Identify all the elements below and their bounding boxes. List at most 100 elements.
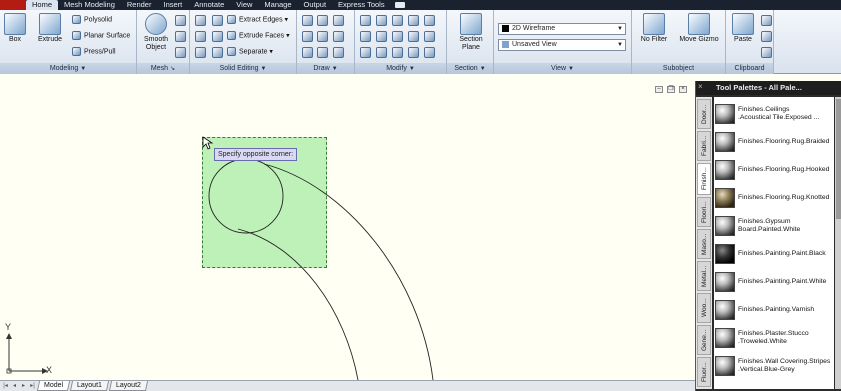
smooth-object-button[interactable]: Smooth Object xyxy=(141,13,171,52)
palette-tab-doors[interactable]: Door... xyxy=(697,99,711,129)
stretch-icon[interactable] xyxy=(408,31,419,42)
palette-tool-item[interactable]: Finishes.Gypsum Board.Painted.White xyxy=(714,212,834,240)
spline-icon[interactable] xyxy=(302,31,313,42)
array-icon[interactable] xyxy=(360,31,371,42)
palette-tool-item[interactable]: Finishes.Painting.Paint.White xyxy=(714,268,834,296)
palette-tab-general[interactable]: Gene... xyxy=(697,325,711,355)
tab-mesh-modeling[interactable]: Mesh Modeling xyxy=(58,0,121,10)
paste-button[interactable]: Paste xyxy=(729,13,757,44)
palette-tool-item[interactable]: Finishes.Flooring.Rug.Hooked xyxy=(714,156,834,184)
copy-clip-icon[interactable] xyxy=(761,31,772,42)
extrude-button[interactable]: Extrude xyxy=(34,13,66,44)
close-icon[interactable]: × xyxy=(698,83,706,91)
scrollbar-thumb[interactable] xyxy=(836,99,841,219)
palette-tool-item[interactable]: Finishes.Wall Covering.Stripes .Vertical.… xyxy=(714,352,834,380)
tab-render[interactable]: Render xyxy=(121,0,158,10)
ribbon-minimize-icon[interactable] xyxy=(394,2,405,8)
tab-home[interactable]: Home xyxy=(26,0,59,10)
panel-title-modeling[interactable]: Modeling ▼ xyxy=(0,63,136,74)
palette-tool-item[interactable]: Finishes.Flooring.Rug.Braided xyxy=(714,128,834,156)
palette-tool-item[interactable]: Finishes.Flooring.Rug.Knotted xyxy=(714,184,834,212)
tab-view[interactable]: View xyxy=(230,0,258,10)
tab-model[interactable]: Model xyxy=(36,381,71,391)
panel-title-clipboard[interactable]: Clipboard xyxy=(726,63,773,74)
tab-layout2[interactable]: Layout2 xyxy=(108,381,148,391)
tab-express-tools[interactable]: Express Tools xyxy=(332,0,391,10)
panel-title-mesh[interactable]: Mesh ↘ xyxy=(137,63,189,74)
palette-tab-fabrics[interactable]: Fabri... xyxy=(697,131,711,161)
next-layout-icon[interactable]: ▸ xyxy=(20,382,27,390)
extract-edges-button[interactable]: Extract Edges ▾ xyxy=(227,15,288,25)
named-view-select[interactable]: Unsaved View ▼ xyxy=(498,39,626,51)
palette-tool-item[interactable]: Finishes.Painting.Varnish xyxy=(714,296,834,324)
fillet-icon[interactable] xyxy=(360,15,371,26)
palette-tab-finishes[interactable]: Finish... xyxy=(697,163,711,195)
panel-title-subobject[interactable]: Subobject xyxy=(632,63,725,74)
rotate-icon[interactable] xyxy=(392,31,403,42)
palette-tab-woods[interactable]: Woo... xyxy=(697,293,711,323)
panel-title-modify[interactable]: Modify ▼ xyxy=(355,63,446,74)
palette-tool-item[interactable]: Finishes.Painting.Paint.Black xyxy=(714,240,834,268)
line-icon[interactable] xyxy=(302,15,313,26)
visual-style-select[interactable]: 2D Wireframe ▼ xyxy=(498,23,626,35)
tab-layout1[interactable]: Layout1 xyxy=(70,381,110,391)
box-button[interactable]: Box xyxy=(3,13,27,44)
first-layout-icon[interactable]: |◂ xyxy=(2,382,9,390)
match-clip-icon[interactable] xyxy=(761,47,772,58)
explode-icon[interactable] xyxy=(392,47,403,58)
scale-icon[interactable] xyxy=(424,31,435,42)
last-layout-icon[interactable]: ▸| xyxy=(29,382,36,390)
panel-title-solid-editing[interactable]: Solid Editing ▼ xyxy=(190,63,296,74)
erase-icon[interactable] xyxy=(424,47,435,58)
section-plane-button[interactable]: Section Plane xyxy=(453,13,489,52)
3d-rotate-icon[interactable] xyxy=(376,15,387,26)
panel-title-section[interactable]: Section ▼ xyxy=(447,63,493,74)
panel-title-view[interactable]: View ▼ xyxy=(494,63,631,74)
3d-align-icon[interactable] xyxy=(408,15,419,26)
intersect-icon[interactable] xyxy=(195,47,206,58)
cut-icon[interactable] xyxy=(761,15,772,26)
palette-tab-masonry[interactable]: Maso... xyxy=(697,229,711,259)
offset-icon[interactable] xyxy=(360,47,371,58)
palette-tool-item[interactable]: Finishes.Plaster.Stucco .Troweled.White xyxy=(714,324,834,352)
tab-output[interactable]: Output xyxy=(298,0,333,10)
trim-icon[interactable] xyxy=(424,15,435,26)
palette-tool-item[interactable]: Finishes.Ceilings .Acoustical Tile.Expose… xyxy=(714,100,834,128)
polyline-icon[interactable] xyxy=(317,15,328,26)
no-filter-button[interactable]: No Filter xyxy=(636,13,672,44)
palette-scrollbar[interactable] xyxy=(835,97,841,389)
tab-manage[interactable]: Manage xyxy=(258,0,297,10)
3d-mirror-icon[interactable] xyxy=(376,31,387,42)
tab-insert[interactable]: Insert xyxy=(157,0,188,10)
press-pull-button[interactable]: Press/Pull xyxy=(72,47,116,57)
previous-layout-icon[interactable]: ◂ xyxy=(11,382,18,390)
ellipse-icon[interactable] xyxy=(333,47,344,58)
mesh-convert-icon[interactable] xyxy=(175,47,186,58)
panel-title-draw[interactable]: Draw ▼ xyxy=(297,63,354,74)
polygon-icon[interactable] xyxy=(302,47,313,58)
separate-button[interactable]: Separate ▾ xyxy=(227,47,273,57)
mesh-crease-icon[interactable] xyxy=(175,31,186,42)
interfere-icon[interactable] xyxy=(212,47,223,58)
planar-surface-button[interactable]: Planar Surface xyxy=(72,31,130,41)
arc-icon[interactable] xyxy=(333,15,344,26)
tab-annotate[interactable]: Annotate xyxy=(188,0,230,10)
polysolid-button[interactable]: Polysolid xyxy=(72,15,112,25)
application-menu-button[interactable] xyxy=(0,0,26,10)
subtract-icon[interactable] xyxy=(195,31,206,42)
match-properties-icon[interactable] xyxy=(408,47,419,58)
drawing-canvas[interactable]: – ❐ × Specify opposite corner: X Y xyxy=(0,75,695,380)
palette-tab-flooring[interactable]: Floori... xyxy=(697,197,711,227)
extrude-faces-button[interactable]: Extrude Faces ▾ xyxy=(227,31,290,41)
circle-icon[interactable] xyxy=(333,31,344,42)
copy-icon[interactable] xyxy=(376,47,387,58)
move-gizmo-button[interactable]: Move Gizmo xyxy=(676,13,722,44)
thicken-icon[interactable] xyxy=(212,31,223,42)
3d-move-icon[interactable] xyxy=(392,15,403,26)
union-icon[interactable] xyxy=(195,15,206,26)
palette-tab-fluorescent[interactable]: Fluor... xyxy=(697,357,711,387)
rectangle-icon[interactable] xyxy=(317,47,328,58)
mesh-refine-icon[interactable] xyxy=(175,15,186,26)
ray-icon[interactable] xyxy=(317,31,328,42)
palette-tab-metals[interactable]: Metal... xyxy=(697,261,711,291)
